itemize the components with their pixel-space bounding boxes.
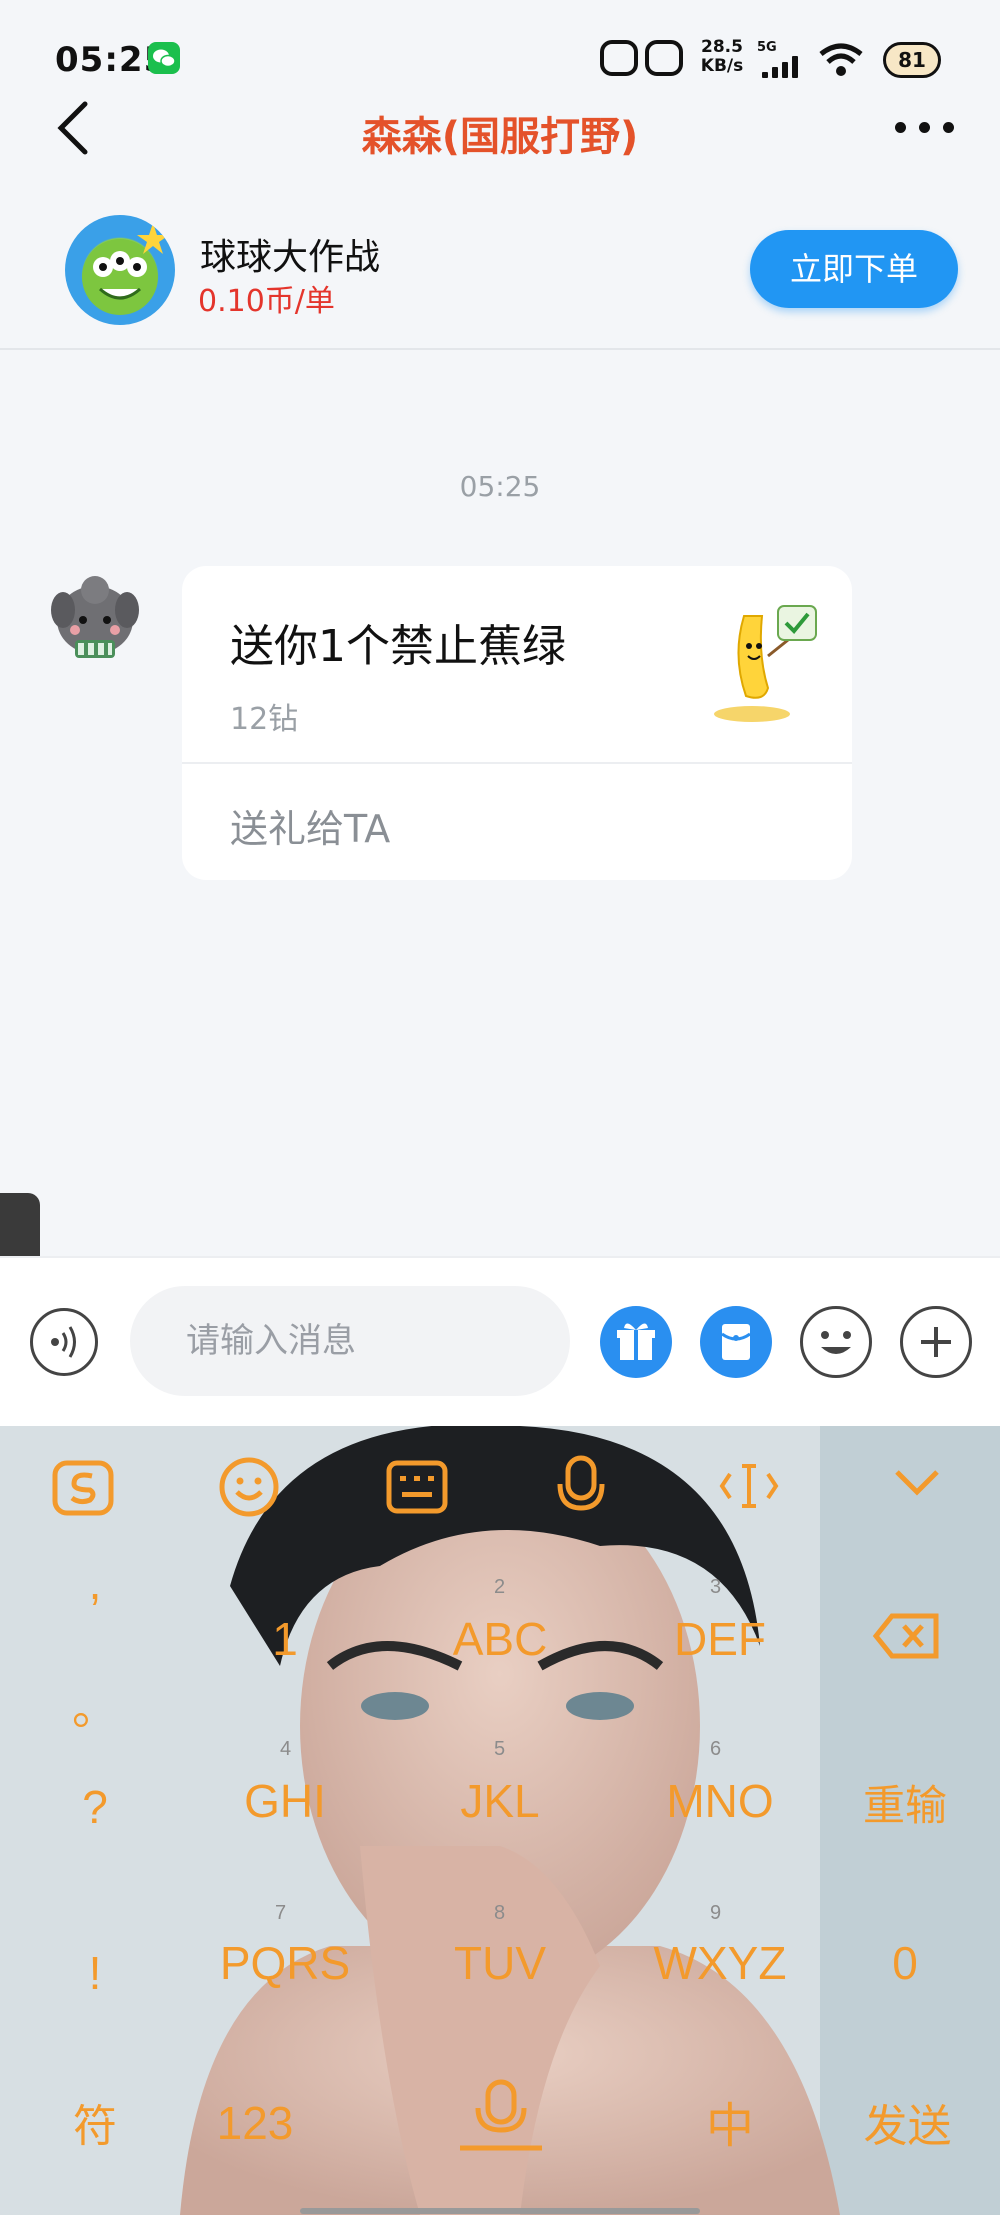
wechat-notification-icon [148,42,180,74]
key-mno[interactable]: MNO [650,1774,790,1828]
key-digit: 6 [710,1738,722,1760]
emoji-button[interactable] [800,1306,872,1378]
key-digit: 9 [710,1902,722,1924]
key-digit: 3 [710,1576,722,1598]
sender-avatar[interactable] [45,568,145,668]
voice-input-button[interactable] [30,1308,98,1376]
reset-key[interactable]: 重输 [850,1772,960,1833]
envelope-icon [721,1324,751,1360]
number-key[interactable]: 123 [195,2096,315,2150]
mushroom-app-icon [600,40,638,76]
key-0[interactable]: 0 [860,1936,950,1990]
collapse-keyboard-icon[interactable] [893,1466,941,1502]
plus-icon [921,1327,951,1357]
key-jkl[interactable]: JKL [430,1774,570,1828]
key-digit: 2 [494,1576,506,1598]
key-digit: 5 [494,1738,506,1760]
smiley-icon [821,1331,851,1354]
gift-icon [617,1323,655,1360]
key-digit: 8 [494,1902,506,1924]
network-type: 5G [757,40,777,55]
language-key[interactable]: 中 [690,2086,770,2156]
key-ghi[interactable]: GHI [215,1774,355,1828]
send-key[interactable]: 发送 [850,2090,965,2154]
key-digit: 4 [280,1738,292,1760]
ime-keyboard: , 。 ? ! 1 2 ABC 3 DEF 4 GHI 5 JKL 6 MNO … [0,1426,1000,2215]
chat-title: 森森(国服打野) [361,114,639,160]
key-exclamation[interactable]: ! [60,1946,130,2000]
gift-title: 送你1个禁止蕉绿 [230,621,566,672]
key-question[interactable]: ? [60,1780,130,1834]
more-actions-button[interactable] [900,1306,972,1378]
home-indicator[interactable] [300,2208,700,2214]
network-speed: 28.5 KB/s [700,37,744,76]
key-pqrs[interactable]: PQRS [200,1936,370,1990]
order-now-button[interactable]: 立即下单 [750,230,958,308]
keyboard-layout-icon[interactable] [386,1460,448,1518]
gift-message-card[interactable]: 送你1个禁止蕉绿 12钻 送礼给TA [182,566,852,880]
gift-button[interactable] [600,1306,672,1378]
gift-price: 12钻 [230,702,299,737]
keyboard-voice-icon[interactable] [556,1454,606,1520]
backspace-icon[interactable] [872,1612,940,1664]
chevron-left-icon [57,101,88,155]
back-button[interactable] [55,100,95,156]
key-digit: 7 [275,1902,287,1924]
send-gift-link[interactable]: 送礼给TA [230,798,390,853]
signal-icon [762,56,800,78]
key-wxyz[interactable]: WXYZ [635,1936,805,1990]
game-avatar[interactable] [65,215,175,325]
message-input[interactable] [130,1286,570,1396]
key-abc[interactable]: ABC [430,1612,570,1666]
red-packet-button[interactable] [700,1306,772,1378]
symbol-key[interactable]: 符 [55,2090,135,2154]
voice-wave-icon [51,1326,76,1358]
key-tuv[interactable]: TUV [430,1936,570,1990]
key-def[interactable]: DEF [650,1612,790,1666]
message-timestamp: 05:25 [459,470,541,503]
service-name: 球球大作战 [200,237,381,278]
key-1[interactable]: 1 [230,1612,340,1666]
key-period[interactable]: 。 [60,1672,130,1738]
cursor-move-icon[interactable] [718,1460,780,1516]
banana-gift-image [702,596,822,726]
space-voice-key[interactable] [456,2076,546,2160]
card-divider [182,762,852,764]
cat-app-icon [645,40,683,76]
sogou-logo-icon[interactable] [52,1460,114,1520]
more-options-button[interactable] [895,112,955,142]
keyboard-emoji-icon[interactable] [218,1456,280,1522]
key-comma[interactable]: , [60,1556,130,1610]
wifi-icon [818,42,864,78]
service-price: 0.10币/单 [198,284,335,319]
battery-indicator: 81 [883,42,941,78]
